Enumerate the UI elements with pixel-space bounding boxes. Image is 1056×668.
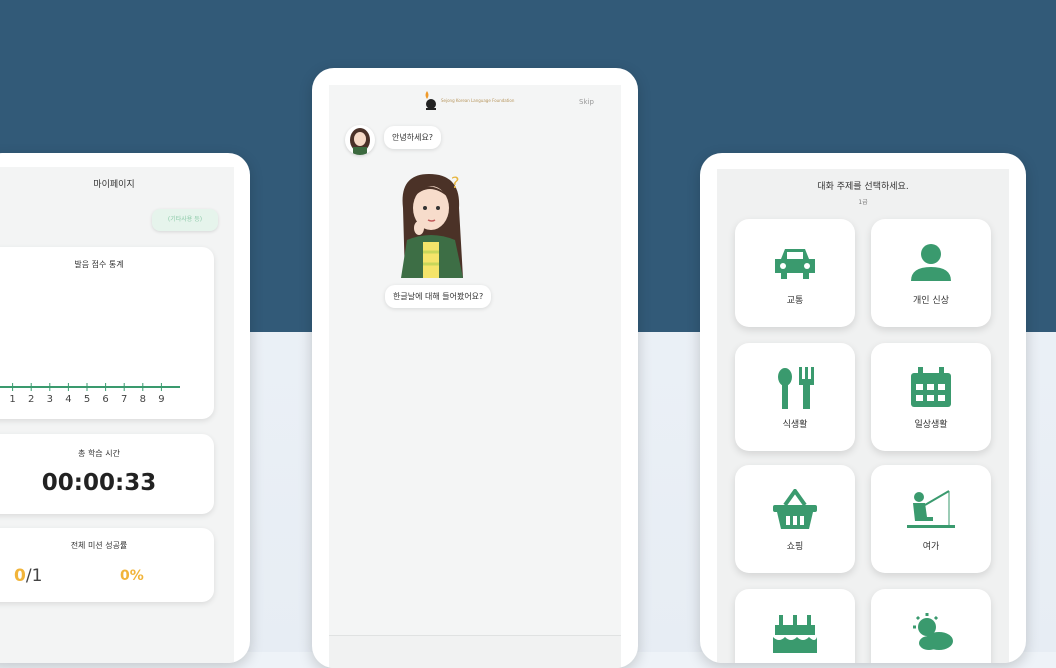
x-tick-label: 7 (121, 394, 127, 405)
question-bubble: 한글날에 대해 들어봤어요? (385, 285, 492, 308)
small-button[interactable]: (기타사용 등) (152, 209, 218, 231)
phone-chat: Sejong Korean Language Foundation Skip 안… (312, 68, 638, 668)
person-icon (911, 244, 951, 281)
mission-count-total: /1 (25, 566, 43, 586)
topic-tile-daily[interactable]: 일상생활 (871, 343, 991, 451)
utensils-icon (778, 367, 814, 409)
page-title: 마이페이지 (93, 180, 135, 190)
topic-tile-leisure[interactable]: 여가 (871, 465, 991, 573)
time-value: 00:00:33 (41, 470, 157, 496)
mission-card: 전체 미션 성공률 0/1 0% (0, 528, 214, 602)
topic-label: 일상생활 (914, 420, 948, 430)
topic-tile-shopping[interactable]: 쇼핑 (735, 465, 855, 573)
mission-count: 0/1 (14, 566, 42, 586)
topics-subtitle: 1급 (858, 199, 868, 206)
avatar-face-icon (350, 128, 370, 155)
x-tick-label: 8 (140, 394, 146, 405)
calendar-icon (911, 367, 951, 407)
car-icon (775, 249, 815, 279)
fishing-icon (907, 490, 955, 528)
basket-icon (773, 489, 817, 529)
x-tick-label: 2 (28, 394, 34, 405)
greeting-bubble: 안녕하세요? (384, 126, 442, 149)
topic-tile-personal[interactable]: 개인 신상 (871, 219, 991, 327)
cake-icon (773, 615, 817, 653)
topics-title: 대화 주제를 선택하세요. (817, 182, 909, 192)
x-tick-label: 4 (65, 394, 71, 405)
score-chart-card: 발음 점수 통계 0123456789 (0, 247, 214, 419)
time-title: 총 학습 시간 (78, 449, 120, 458)
topic-tile-food[interactable]: 식생활 (735, 343, 855, 451)
logo: Sejong Korean Language Foundation (419, 89, 519, 119)
mission-percent: 0% (120, 568, 144, 584)
mission-count-done: 0 (14, 566, 26, 586)
svg-text:?: ? (451, 173, 460, 192)
weather-icon (913, 613, 953, 650)
x-tick-label: 1 (9, 394, 15, 405)
topic-tile-traffic[interactable]: 교통 (735, 219, 855, 327)
skip-button[interactable]: Skip (579, 98, 594, 106)
logo-text: Sejong Korean Language Foundation (441, 98, 515, 103)
character-illustration: ? (401, 173, 463, 278)
score-chart: 0123456789 (0, 383, 180, 405)
chat-screen: Sejong Korean Language Foundation Skip 안… (329, 85, 621, 668)
study-time-card: 총 학습 시간 00:00:33 (0, 434, 214, 514)
phone-mypage: 마이페이지 (기타사용 등) 발음 점수 통계 0123456789 총 학습 … (0, 153, 250, 663)
topic-label: 여가 (922, 542, 940, 552)
topic-label: 개인 신상 (913, 296, 949, 306)
topic-label: 식생활 (782, 420, 808, 430)
logo-icon (425, 91, 436, 110)
x-tick-label: 9 (158, 394, 164, 405)
character-avatar (345, 125, 375, 155)
topic-label: 쇼핑 (786, 542, 804, 552)
mypage-screen: 마이페이지 (기타사용 등) 발음 점수 통계 0123456789 총 학습 … (0, 167, 234, 663)
x-tick-label: 5 (84, 394, 90, 405)
phone-topics: 대화 주제를 선택하세요. 1급 교통 개인 신상 식생활 일상생활 쇼핑 여가 (700, 153, 1026, 663)
x-tick-label: 3 (47, 394, 53, 405)
topic-label: 교통 (786, 296, 804, 306)
mission-title: 전체 미션 성공률 (70, 541, 128, 550)
x-tick-label: 6 (102, 394, 108, 405)
